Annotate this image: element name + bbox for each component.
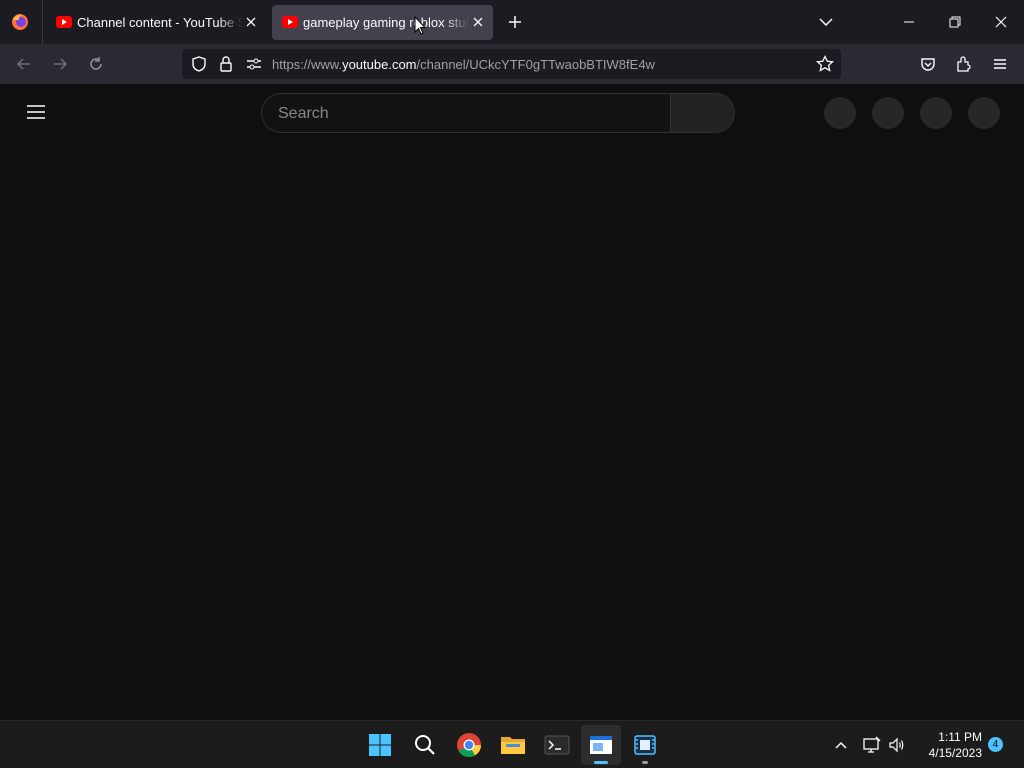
film-icon: [634, 735, 656, 755]
header-placeholder-circle: [872, 97, 904, 129]
permissions-icon[interactable]: [244, 54, 264, 74]
header-placeholder-circle: [824, 97, 856, 129]
url-text[interactable]: https://www.youtube.com/channel/UCkcYTF0…: [272, 57, 655, 72]
tab-bar: Channel content - YouTube Studio gamepla…: [0, 0, 1024, 44]
new-tab-icon[interactable]: [505, 12, 525, 32]
mouse-cursor-icon: [414, 16, 426, 35]
close-tab-icon[interactable]: [243, 14, 259, 30]
terminal-icon: [544, 735, 570, 755]
shield-icon[interactable]: [189, 54, 209, 74]
network-icon[interactable]: [862, 735, 882, 755]
firefox-menu-icon[interactable]: [10, 12, 30, 32]
terminal-taskbar-button[interactable]: [537, 725, 577, 765]
search-icon: [415, 735, 435, 755]
restore-icon[interactable]: [943, 10, 967, 34]
volume-icon[interactable]: [887, 735, 907, 755]
forward-icon[interactable]: [50, 54, 70, 74]
notepad-taskbar-button[interactable]: [581, 725, 621, 765]
youtube-favicon-icon: [282, 16, 298, 28]
extensions-icon[interactable]: [954, 54, 974, 74]
folder-icon: [501, 737, 525, 754]
chevron-up-icon[interactable]: [831, 735, 851, 755]
list-all-tabs-icon[interactable]: [816, 12, 836, 32]
minimize-icon[interactable]: [897, 10, 921, 34]
tab-gameplay-active[interactable]: gameplay gaming roblox stuff: [272, 5, 493, 40]
close-tab-icon[interactable]: [470, 14, 486, 30]
url-bar[interactable]: https://www.youtube.com/channel/UCkcYTF0…: [182, 49, 841, 79]
header-placeholder-circle: [920, 97, 952, 129]
video-app-taskbar-button[interactable]: [625, 725, 665, 765]
guide-menu-icon[interactable]: [26, 104, 46, 120]
file-explorer-taskbar-button[interactable]: [493, 725, 533, 765]
youtube-favicon-icon: [56, 16, 72, 28]
windows-start-icon: [369, 734, 391, 756]
start-button[interactable]: [360, 725, 400, 765]
lock-icon[interactable]: [216, 54, 236, 74]
header-placeholder-circle: [968, 97, 1000, 129]
clock[interactable]: 1:11 PM 4/15/2023: [916, 729, 982, 761]
reload-icon[interactable]: [86, 54, 106, 74]
tab-youtube-studio[interactable]: Channel content - YouTube Studio: [46, 5, 266, 40]
search-taskbar-button[interactable]: [405, 725, 445, 765]
windows-taskbar: 1:11 PM 4/15/2023 4: [0, 720, 1024, 768]
youtube-page: Search: [0, 84, 1024, 720]
search-placeholder: Search: [278, 105, 329, 122]
window-app-icon: [590, 736, 612, 754]
notification-badge[interactable]: 4: [988, 737, 1003, 752]
pocket-icon[interactable]: [918, 54, 938, 74]
active-indicator: [594, 761, 608, 764]
chrome-taskbar-button[interactable]: [449, 725, 489, 765]
search-input[interactable]: Search: [261, 93, 671, 133]
tab-separator: [42, 0, 43, 44]
running-indicator: [642, 761, 648, 764]
clock-date: 4/15/2023: [928, 746, 982, 760]
search-button[interactable]: [670, 93, 735, 133]
clock-time: 1:11 PM: [938, 730, 982, 744]
chrome-icon: [457, 733, 481, 758]
back-icon[interactable]: [14, 54, 34, 74]
close-window-icon[interactable]: [989, 10, 1013, 34]
bookmark-star-icon[interactable]: [815, 54, 835, 74]
tab-title: gameplay gaming roblox stuff: [303, 15, 469, 30]
tab-title: Channel content - YouTube Studio: [77, 15, 243, 30]
navigation-toolbar: https://www.youtube.com/channel/UCkcYTF0…: [0, 44, 1024, 84]
app-menu-icon[interactable]: [990, 54, 1010, 74]
